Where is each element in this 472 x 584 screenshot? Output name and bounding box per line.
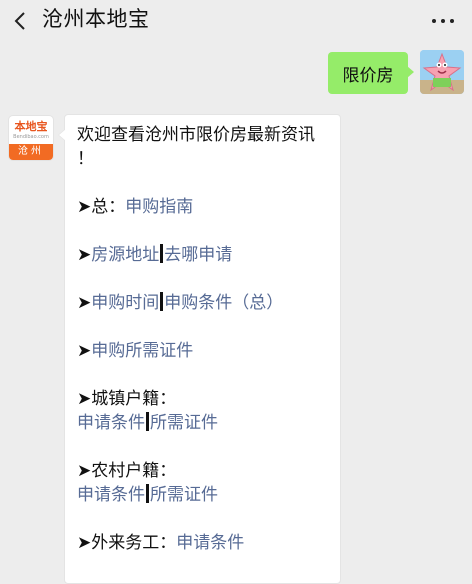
chevron-left-icon <box>14 12 25 30</box>
menu-item: ➤外来务工：申请条件 <box>77 531 328 555</box>
separator-bar <box>160 292 164 311</box>
chat-title: 沧州本地宝 <box>42 7 150 31</box>
link-migrant-conditions[interactable]: 申请条件 <box>176 533 244 553</box>
link-rural-conditions[interactable]: 申请条件 <box>77 485 145 505</box>
link-required-documents[interactable]: 申购所需证件 <box>91 341 193 361</box>
menu-item: ➤申购所需证件 <box>77 339 328 363</box>
intro-line-end: ！ <box>77 149 94 169</box>
user-avatar[interactable] <box>420 50 464 94</box>
patrick-star-avatar-image <box>420 50 464 94</box>
menu-item-prefix: ➤ <box>77 293 92 313</box>
menu-item: ➤房源地址 去哪申请 <box>77 243 328 267</box>
menu-item-prefix: ➤ <box>77 341 92 361</box>
menu-item-prefix: ➤总： <box>77 197 126 217</box>
menu-item-prefix: ➤外来务工： <box>77 533 177 553</box>
outgoing-message-text: 限价房 <box>342 65 394 86</box>
account-avatar[interactable]: 本地宝 Bendibao.com 沧州 <box>9 116 53 160</box>
intro-line: 欢迎查看沧州市限价房最新资讯 <box>77 125 315 145</box>
chat-header: 沧州本地宝 <box>0 0 472 42</box>
menu-item: ➤申购时间 申购条件（总） <box>77 291 328 315</box>
separator-bar <box>146 412 149 431</box>
separator-bar <box>146 484 149 503</box>
link-purchase-guide[interactable]: 申购指南 <box>125 197 193 217</box>
link-urban-conditions[interactable]: 申请条件 <box>77 413 145 433</box>
section-heading-urban: ➤城镇户籍： <box>77 389 177 409</box>
link-purchase-conditions[interactable]: 申购条件（总） <box>164 293 283 313</box>
section-heading-rural: ➤农村户籍： <box>77 461 177 481</box>
outgoing-message-bubble[interactable]: 限价房 <box>328 52 414 94</box>
bendibao-logo: 本地宝 Bendibao.com <box>13 119 49 140</box>
menu-item: 申请条件 所需证件 <box>77 411 328 435</box>
link-rural-documents[interactable]: 所需证件 <box>150 485 218 505</box>
link-urban-documents[interactable]: 所需证件 <box>150 413 218 433</box>
incoming-message-bubble: 欢迎查看沧州市限价房最新资讯 ！ ➤总：申购指南 ➤房源地址 去哪申请 ➤申购时间… <box>58 114 341 584</box>
back-button[interactable] <box>8 6 32 36</box>
separator-bar <box>160 244 164 263</box>
logo-city-label: 沧州 <box>9 144 53 160</box>
link-where-to-apply[interactable]: 去哪申请 <box>164 245 232 265</box>
menu-item-prefix: ➤ <box>77 245 92 265</box>
more-button[interactable] <box>426 8 460 34</box>
menu-item: ➤总：申购指南 <box>77 195 328 219</box>
link-housing-address[interactable]: 房源地址 <box>91 245 159 265</box>
ellipsis-icon <box>432 19 436 23</box>
menu-item: 申请条件 所需证件 <box>77 483 328 507</box>
link-purchase-time[interactable]: 申购时间 <box>91 293 159 313</box>
